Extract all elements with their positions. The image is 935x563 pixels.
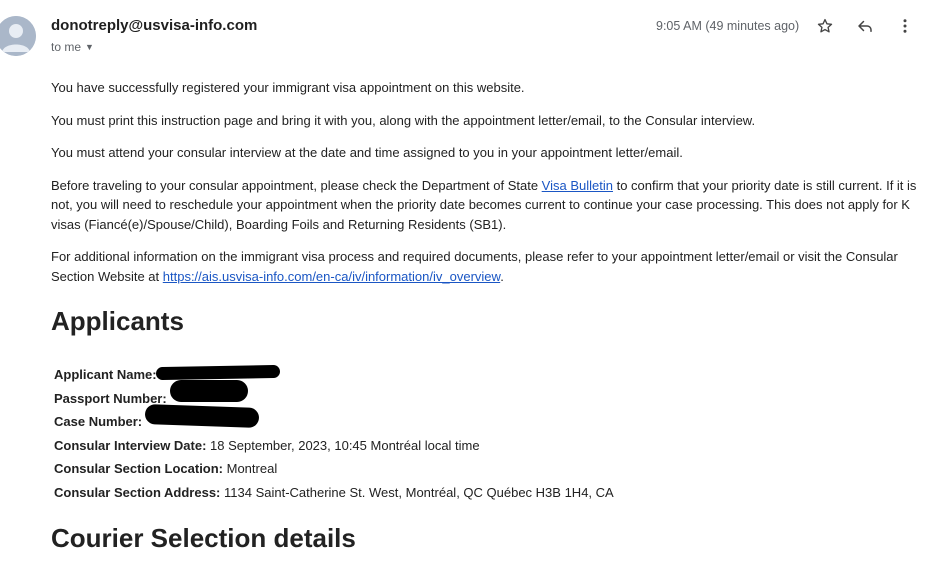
paragraph-attend-interview: You must attend your consular interview … xyxy=(51,145,683,160)
field-section-address: Consular Section Address: 1134 Saint-Cat… xyxy=(54,481,614,505)
star-button[interactable] xyxy=(814,17,836,39)
field-label: Consular Section Address: xyxy=(54,484,221,500)
visa-bulletin-link[interactable]: Visa Bulletin xyxy=(542,178,613,193)
paragraph-visa-bulletin: Before traveling to your consular appoin… xyxy=(51,176,917,235)
field-label: Consular Interview Date: xyxy=(54,437,207,453)
field-value: 18 September, 2023, 10:45 Montréal local… xyxy=(206,437,480,453)
redaction-mark xyxy=(170,380,248,402)
paragraph-registration: You have successfully registered your im… xyxy=(51,80,525,95)
paragraph-text: Before traveling to your consular appoin… xyxy=(51,177,542,193)
field-applicant-name: Applicant Name: xyxy=(54,363,614,387)
applicants-heading: Applicants xyxy=(51,306,184,336)
sender-address[interactable]: donotreply@usvisa-info.com xyxy=(51,17,257,34)
consular-website-link[interactable]: https://ais.usvisa-info.com/en-ca/iv/inf… xyxy=(163,269,500,284)
field-label: Passport Number: xyxy=(54,390,167,406)
redaction-mark xyxy=(155,364,281,381)
field-label: Applicant Name: xyxy=(54,367,157,382)
reply-button[interactable] xyxy=(854,17,876,39)
paragraph-additional-info: For additional information on the immigr… xyxy=(51,247,917,286)
paragraph-text: . xyxy=(500,268,504,284)
reply-icon xyxy=(856,17,874,40)
default-avatar-icon[interactable] xyxy=(0,16,36,56)
recipient-line[interactable]: to me ▼ xyxy=(51,40,94,54)
field-label: Case Number: xyxy=(54,414,143,429)
field-value: Montreal xyxy=(223,461,278,476)
field-interview-date: Consular Interview Date: 18 September, 2… xyxy=(54,434,614,458)
paragraph-print-instructions: You must print this instruction page and… xyxy=(51,112,756,128)
more-options-button[interactable] xyxy=(894,17,916,39)
recipient-label: to me xyxy=(51,40,82,54)
email-timestamp: 9:05 AM (49 minutes ago) xyxy=(656,19,800,33)
chevron-down-icon[interactable]: ▼ xyxy=(85,42,94,52)
redaction-mark xyxy=(144,404,260,428)
field-passport-number: Passport Number: xyxy=(54,387,614,411)
field-case-number: Case Number: xyxy=(54,410,614,434)
field-value: 1134 Saint-Catherine St. West, Montréal,… xyxy=(220,484,614,500)
field-section-location: Consular Section Location: Montreal xyxy=(54,457,614,481)
email-view: donotreply@usvisa-info.com to me ▼ 9:05 A… xyxy=(0,0,935,563)
star-icon xyxy=(816,17,834,40)
applicant-details: Applicant Name: Passport Number: Case Nu… xyxy=(54,363,614,504)
email-body: You have successfully registered your im… xyxy=(51,78,917,299)
more-vertical-icon xyxy=(896,17,914,40)
courier-heading: Courier Selection details xyxy=(51,523,356,553)
field-label: Consular Section Location: xyxy=(54,461,224,476)
